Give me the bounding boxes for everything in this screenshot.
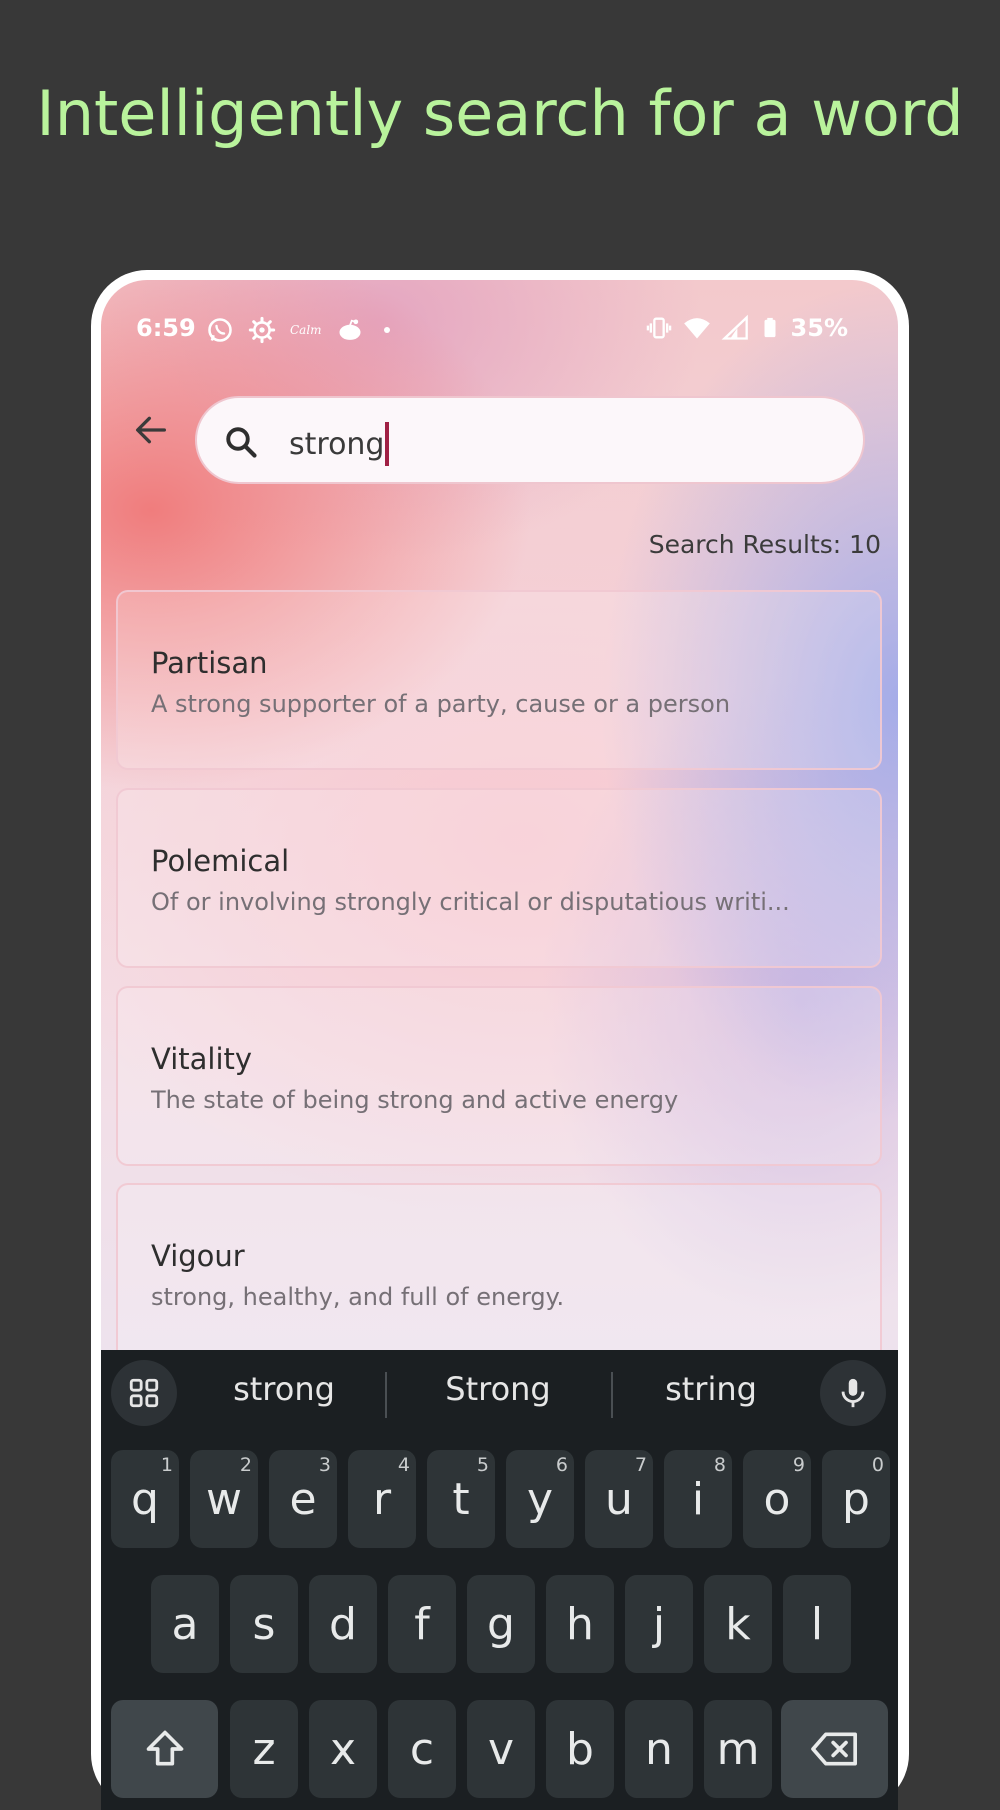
key-label: t bbox=[452, 1473, 470, 1525]
key-k[interactable]: k bbox=[704, 1575, 772, 1673]
key-e[interactable]: e3 bbox=[269, 1450, 337, 1548]
phone-screen: 6:59 Calm 35% strong Search Results: 10 … bbox=[101, 280, 898, 1810]
key-label: q bbox=[131, 1473, 159, 1525]
apps-grid-button[interactable] bbox=[111, 1360, 177, 1426]
arrow-left-icon bbox=[136, 416, 166, 444]
key-q[interactable]: q1 bbox=[111, 1450, 179, 1548]
calm-icon: Calm bbox=[290, 323, 322, 337]
shift-key[interactable] bbox=[111, 1700, 218, 1798]
shift-icon bbox=[146, 1730, 183, 1766]
on-screen-keyboard: strong Strong string q1w2e3r4t5y6u7i8o9p… bbox=[101, 1350, 898, 1810]
key-o[interactable]: o9 bbox=[743, 1450, 811, 1548]
key-label: e bbox=[289, 1473, 317, 1525]
key-f[interactable]: f bbox=[388, 1575, 456, 1673]
result-word: Vigour bbox=[151, 1239, 245, 1273]
search-input-value: strong bbox=[289, 426, 385, 462]
suggestion-bar: strong Strong string bbox=[101, 1350, 898, 1436]
key-s[interactable]: s bbox=[230, 1575, 298, 1673]
key-number-hint: 9 bbox=[792, 1454, 805, 1476]
dot-icon bbox=[383, 327, 390, 333]
vibrate-icon bbox=[646, 317, 671, 339]
key-label: u bbox=[605, 1473, 633, 1525]
key-g[interactable]: g bbox=[467, 1575, 535, 1673]
key-m[interactable]: m bbox=[704, 1700, 772, 1798]
result-definition: Of or involving strongly critical or dis… bbox=[151, 888, 790, 916]
key-y[interactable]: y6 bbox=[506, 1450, 574, 1548]
key-label: r bbox=[372, 1473, 392, 1525]
key-label: p bbox=[842, 1473, 870, 1525]
result-card[interactable]: Vitality The state of being strong and a… bbox=[116, 986, 882, 1166]
result-definition: The state of being strong and active ene… bbox=[151, 1086, 679, 1114]
microphone-icon bbox=[841, 1378, 865, 1408]
key-u[interactable]: u7 bbox=[585, 1450, 653, 1548]
status-bar: 6:59 Calm 35% bbox=[101, 280, 898, 350]
key-number-hint: 7 bbox=[634, 1454, 647, 1476]
key-number-hint: 4 bbox=[397, 1454, 410, 1476]
search-icon bbox=[226, 427, 257, 458]
result-word: Vitality bbox=[151, 1042, 253, 1076]
key-z[interactable]: z bbox=[230, 1700, 298, 1798]
result-card[interactable]: Vigour strong, healthy, and full of ener… bbox=[116, 1183, 882, 1363]
key-j[interactable]: j bbox=[625, 1575, 693, 1673]
key-number-hint: 8 bbox=[713, 1454, 726, 1476]
key-number-hint: 5 bbox=[476, 1454, 489, 1476]
status-icons-right: 35% bbox=[645, 314, 848, 342]
backspace-key[interactable] bbox=[781, 1700, 888, 1798]
text-caret bbox=[385, 422, 390, 466]
result-card[interactable]: Partisan A strong supporter of a party, … bbox=[116, 590, 882, 770]
result-card[interactable]: Polemical Of or involving strongly criti… bbox=[116, 788, 882, 968]
result-word: Polemical bbox=[151, 844, 290, 878]
result-definition: A strong supporter of a party, cause or … bbox=[151, 690, 731, 718]
key-label: y bbox=[526, 1473, 554, 1525]
key-p[interactable]: p0 bbox=[822, 1450, 890, 1548]
signal-icon bbox=[721, 314, 748, 340]
result-word: Partisan bbox=[151, 646, 268, 680]
status-time: 6:59 bbox=[136, 314, 196, 342]
key-number-hint: 0 bbox=[871, 1454, 884, 1476]
back-button[interactable] bbox=[121, 400, 181, 460]
whatsapp-icon bbox=[208, 318, 232, 342]
result-definition: strong, healthy, and full of energy. bbox=[151, 1283, 565, 1311]
headline: Intelligently search for a word bbox=[36, 77, 964, 150]
search-input[interactable]: strong bbox=[195, 396, 865, 484]
suggestion-3[interactable]: string bbox=[611, 1370, 811, 1408]
key-number-hint: 6 bbox=[555, 1454, 568, 1476]
key-number-hint: 3 bbox=[318, 1454, 331, 1476]
key-v[interactable]: v bbox=[467, 1700, 535, 1798]
backspace-icon bbox=[810, 1732, 857, 1766]
battery-percent: 35% bbox=[790, 314, 848, 342]
wifi-icon bbox=[683, 318, 710, 339]
key-i[interactable]: i8 bbox=[664, 1450, 732, 1548]
key-t[interactable]: t5 bbox=[427, 1450, 495, 1548]
key-number-hint: 1 bbox=[160, 1454, 173, 1476]
key-b[interactable]: b bbox=[546, 1700, 614, 1798]
suggestion-divider bbox=[385, 1372, 387, 1418]
key-label: i bbox=[691, 1473, 705, 1525]
key-label: w bbox=[206, 1473, 242, 1525]
key-x[interactable]: x bbox=[309, 1700, 377, 1798]
key-r[interactable]: r4 bbox=[348, 1450, 416, 1548]
reddit-icon bbox=[339, 319, 361, 340]
key-w[interactable]: w2 bbox=[190, 1450, 258, 1548]
key-n[interactable]: n bbox=[625, 1700, 693, 1798]
key-label: o bbox=[763, 1473, 791, 1525]
gear-icon bbox=[248, 316, 276, 344]
voice-input-button[interactable] bbox=[820, 1360, 886, 1426]
key-number-hint: 2 bbox=[239, 1454, 252, 1476]
key-a[interactable]: a bbox=[151, 1575, 219, 1673]
key-l[interactable]: l bbox=[783, 1575, 851, 1673]
key-h[interactable]: h bbox=[546, 1575, 614, 1673]
search-results-count: Search Results: 10 bbox=[648, 530, 881, 559]
search-input-value-wrap: strong bbox=[289, 422, 390, 466]
key-d[interactable]: d bbox=[309, 1575, 377, 1673]
battery-icon bbox=[764, 317, 776, 338]
suggestion-2[interactable]: Strong bbox=[398, 1370, 598, 1408]
suggestion-1[interactable]: strong bbox=[184, 1370, 384, 1408]
grid-icon bbox=[129, 1378, 159, 1408]
status-icons-left: Calm bbox=[206, 316, 396, 344]
key-c[interactable]: c bbox=[388, 1700, 456, 1798]
